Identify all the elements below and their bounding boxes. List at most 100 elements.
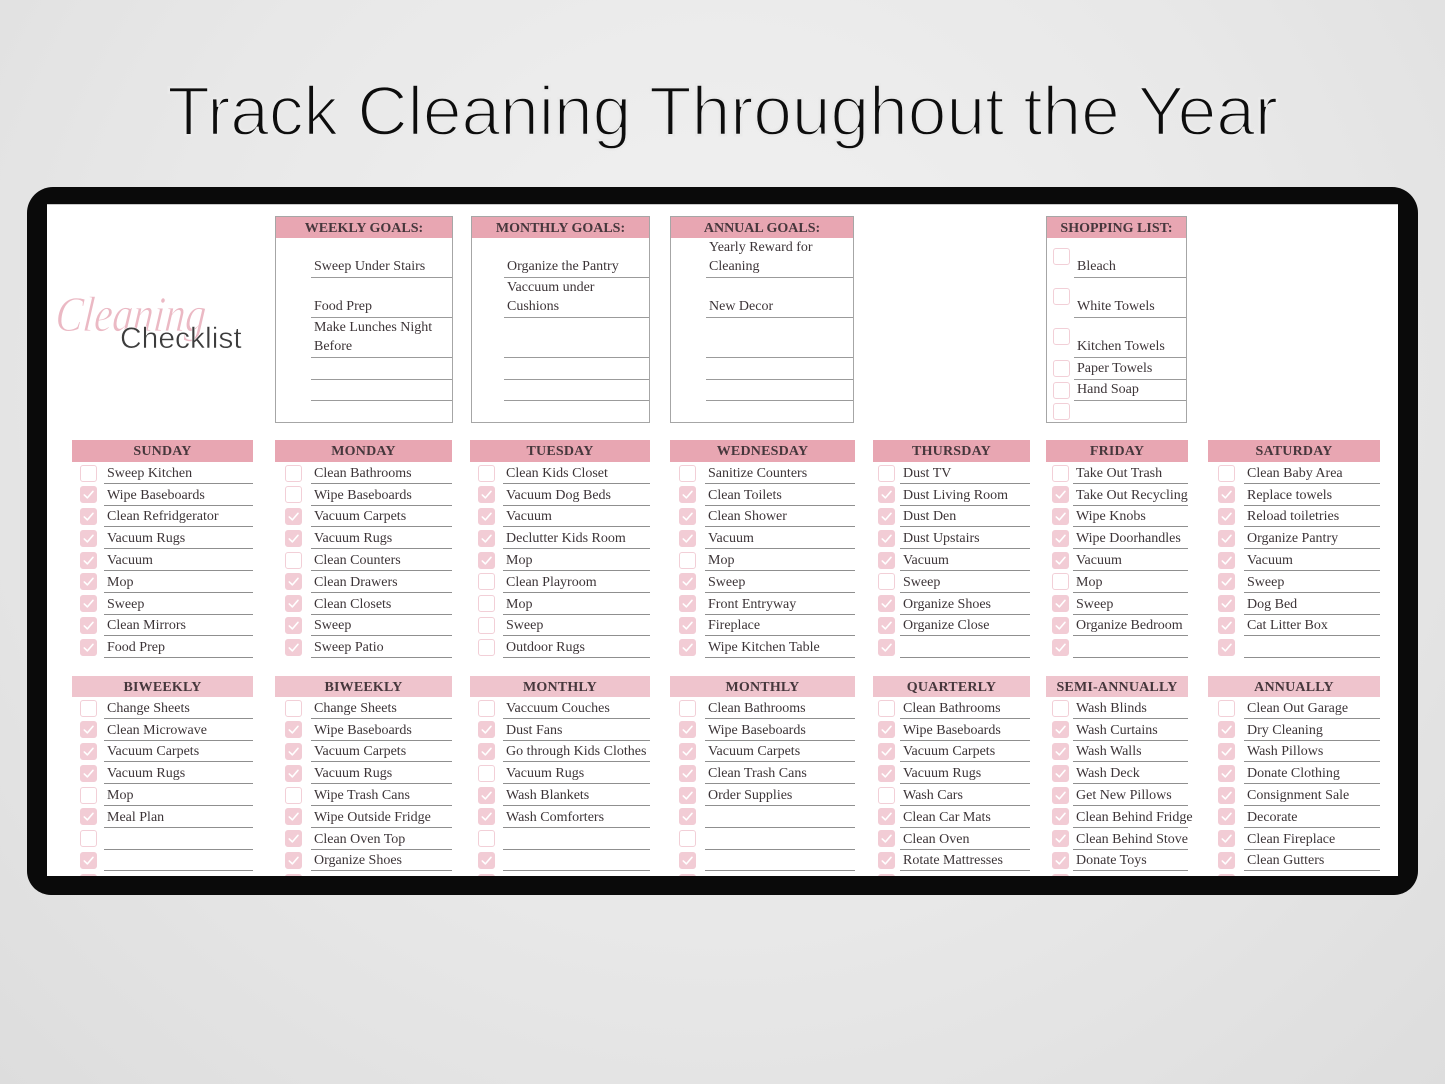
checkbox[interactable] — [1218, 721, 1235, 739]
checkbox[interactable] — [1218, 638, 1235, 656]
checkbox[interactable] — [478, 464, 495, 482]
checkbox[interactable] — [1218, 808, 1235, 826]
checkbox[interactable] — [285, 830, 302, 848]
checkbox[interactable] — [478, 721, 495, 739]
checkbox[interactable] — [1052, 830, 1069, 848]
checkbox[interactable] — [1218, 786, 1235, 804]
checkbox[interactable] — [80, 786, 97, 804]
checkbox[interactable] — [679, 699, 696, 717]
checkbox[interactable] — [1218, 743, 1235, 761]
checkbox[interactable] — [285, 786, 302, 804]
checkbox[interactable] — [285, 551, 302, 569]
checkbox[interactable] — [1218, 551, 1235, 569]
checkbox[interactable] — [285, 617, 302, 635]
checkbox[interactable] — [80, 595, 97, 613]
checkbox[interactable] — [80, 486, 97, 504]
checkbox[interactable] — [1052, 699, 1069, 717]
checkbox[interactable] — [1053, 360, 1070, 377]
checkbox[interactable] — [1052, 508, 1069, 526]
checkbox[interactable] — [878, 764, 895, 782]
checkbox[interactable] — [1052, 808, 1069, 826]
checkbox[interactable] — [679, 808, 696, 826]
checkbox[interactable] — [878, 808, 895, 826]
checkbox[interactable] — [80, 551, 97, 569]
checkbox[interactable] — [878, 595, 895, 613]
checkbox[interactable] — [285, 529, 302, 547]
checkbox[interactable] — [878, 464, 895, 482]
checkbox[interactable] — [679, 529, 696, 547]
checkbox[interactable] — [80, 743, 97, 761]
checkbox[interactable] — [1052, 638, 1069, 656]
checkbox[interactable] — [1052, 529, 1069, 547]
checkbox[interactable] — [478, 786, 495, 804]
checkbox[interactable] — [1218, 830, 1235, 848]
checkbox[interactable] — [1218, 595, 1235, 613]
checkbox[interactable] — [478, 638, 495, 656]
checkbox[interactable] — [285, 486, 302, 504]
checkbox[interactable] — [878, 617, 895, 635]
checkbox[interactable] — [80, 529, 97, 547]
checkbox[interactable] — [679, 852, 696, 870]
checkbox[interactable] — [878, 699, 895, 717]
checkbox[interactable] — [285, 721, 302, 739]
checkbox[interactable] — [1052, 852, 1069, 870]
checkbox[interactable] — [1052, 764, 1069, 782]
checkbox[interactable] — [878, 508, 895, 526]
checkbox[interactable] — [1052, 573, 1069, 591]
checkbox[interactable] — [679, 573, 696, 591]
checkbox[interactable] — [478, 808, 495, 826]
checkbox[interactable] — [80, 852, 97, 870]
checkbox[interactable] — [478, 595, 495, 613]
checkbox[interactable] — [1052, 551, 1069, 569]
checkbox[interactable] — [478, 743, 495, 761]
checkbox[interactable] — [878, 721, 895, 739]
checkbox[interactable] — [478, 852, 495, 870]
checkbox[interactable] — [478, 573, 495, 591]
checkbox[interactable] — [1218, 529, 1235, 547]
checkbox[interactable] — [80, 508, 97, 526]
checkbox[interactable] — [285, 699, 302, 717]
checkbox[interactable] — [80, 464, 97, 482]
checkbox[interactable] — [478, 873, 495, 876]
checkbox[interactable] — [679, 617, 696, 635]
checkbox[interactable] — [1052, 617, 1069, 635]
checkbox[interactable] — [80, 808, 97, 826]
checkbox[interactable] — [285, 808, 302, 826]
checkbox[interactable] — [679, 486, 696, 504]
checkbox[interactable] — [679, 551, 696, 569]
checkbox[interactable] — [80, 573, 97, 591]
checkbox[interactable] — [478, 617, 495, 635]
checkbox[interactable] — [478, 830, 495, 848]
checkbox[interactable] — [285, 638, 302, 656]
checkbox[interactable] — [1053, 328, 1070, 345]
checkbox[interactable] — [679, 873, 696, 876]
checkbox[interactable] — [285, 573, 302, 591]
checkbox[interactable] — [679, 638, 696, 656]
checkbox[interactable] — [679, 508, 696, 526]
checkbox[interactable] — [1218, 573, 1235, 591]
checkbox[interactable] — [878, 830, 895, 848]
checkbox[interactable] — [1052, 873, 1069, 876]
checkbox[interactable] — [679, 786, 696, 804]
checkbox[interactable] — [285, 464, 302, 482]
checkbox[interactable] — [1218, 508, 1235, 526]
checkbox[interactable] — [478, 764, 495, 782]
checkbox[interactable] — [878, 743, 895, 761]
checkbox[interactable] — [878, 573, 895, 591]
checkbox[interactable] — [285, 852, 302, 870]
checkbox[interactable] — [1052, 486, 1069, 504]
checkbox[interactable] — [478, 699, 495, 717]
checkbox[interactable] — [80, 721, 97, 739]
checkbox[interactable] — [478, 551, 495, 569]
checkbox[interactable] — [878, 529, 895, 547]
checkbox[interactable] — [285, 508, 302, 526]
checkbox[interactable] — [478, 508, 495, 526]
checkbox[interactable] — [285, 873, 302, 876]
checkbox[interactable] — [1052, 743, 1069, 761]
checkbox[interactable] — [878, 786, 895, 804]
checkbox[interactable] — [80, 699, 97, 717]
checkbox[interactable] — [1052, 721, 1069, 739]
checkbox[interactable] — [1218, 699, 1235, 717]
checkbox[interactable] — [878, 852, 895, 870]
checkbox[interactable] — [878, 486, 895, 504]
